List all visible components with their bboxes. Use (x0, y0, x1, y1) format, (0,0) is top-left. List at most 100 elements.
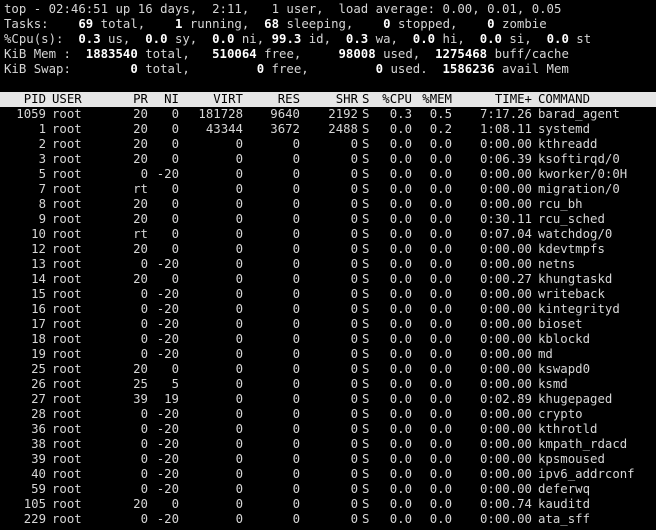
col-user[interactable]: USER (52, 92, 112, 107)
process-row[interactable]: 25 root 20 0 0 0 0 S 0.0 0.0 0:00.00 kswapd0 (0, 362, 656, 377)
process-command: rcu_bh (538, 197, 583, 211)
process-user: root (52, 242, 82, 256)
process-pid: 10 (31, 227, 46, 241)
process-nice: -20 (156, 347, 179, 361)
process-state: S (362, 212, 370, 226)
process-row[interactable]: 12 root 20 0 0 0 0 S 0.0 0.0 0:00.00 kdevtmpfs (0, 242, 656, 257)
process-virt: 0 (235, 212, 243, 226)
process-row[interactable]: 59 root 0 -20 0 0 0 S 0.0 0.0 0:00.00 deferwq (0, 482, 656, 497)
process-row[interactable]: 229 root 0 -20 0 0 0 S 0.0 0.0 0:00.00 ata_sff (0, 512, 656, 527)
process-nice: 5 (171, 377, 179, 391)
process-row[interactable]: 105 root 20 0 0 0 0 S 0.0 0.0 0:00.74 kauditd (0, 497, 656, 512)
process-row[interactable]: 13 root 0 -20 0 0 0 S 0.0 0.0 0:00.00 netns (0, 257, 656, 272)
process-user: root (52, 137, 82, 151)
process-res: 0 (292, 257, 300, 271)
cpu-st: 0.0 (546, 32, 569, 46)
process-res: 0 (292, 287, 300, 301)
process-shr: 0 (350, 302, 358, 316)
process-row[interactable]: 40 root 0 -20 0 0 0 S 0.0 0.0 0:00.00 ipv6_addrconf (0, 467, 656, 482)
process-row[interactable]: 10 root rt 0 0 0 0 S 0.0 0.0 0:07.04 watchdog/0 (0, 227, 656, 242)
col-pr[interactable]: PR (112, 92, 148, 107)
process-row[interactable]: 18 root 0 -20 0 0 0 S 0.0 0.0 0:00.00 kblockd (0, 332, 656, 347)
process-nice: -20 (156, 467, 179, 481)
process-row[interactable]: 2 root 20 0 0 0 0 S 0.0 0.0 0:00.00 kthreadd (0, 137, 656, 152)
process-row[interactable]: 1 root 20 0 43344 3672 2488 S 0.0 0.2 1:08.11 syste… (0, 122, 656, 137)
process-shr: 0 (350, 392, 358, 406)
process-command: migration/0 (538, 182, 620, 196)
process-virt: 0 (235, 287, 243, 301)
process-row[interactable]: 19 root 0 -20 0 0 0 S 0.0 0.0 0:00.00 md (0, 347, 656, 362)
process-row[interactable]: 36 root 0 -20 0 0 0 S 0.0 0.0 0:00.00 kthrotld (0, 422, 656, 437)
process-shr: 0 (350, 422, 358, 436)
col-pid[interactable]: PID (0, 92, 46, 107)
process-row[interactable]: 38 root 0 -20 0 0 0 S 0.0 0.0 0:00.00 kmpath_rdacd (0, 437, 656, 452)
col-time[interactable]: TIME+ (454, 92, 532, 107)
terminal-window[interactable]: top - 02:46:51 up 16 days, 2:11, 1 user,… (0, 0, 656, 530)
process-pid: 2 (38, 137, 46, 151)
col-res[interactable]: RES (244, 92, 300, 107)
process-time: 0:30.11 (479, 212, 532, 226)
process-command: khungtaskd (538, 272, 613, 286)
process-row[interactable]: 28 root 0 -20 0 0 0 S 0.0 0.0 0:00.00 crypto (0, 407, 656, 422)
col-mem[interactable]: %MEM (416, 92, 452, 107)
process-time: 0:06.39 (479, 152, 532, 166)
process-state: S (362, 377, 370, 391)
process-shr: 0 (350, 467, 358, 481)
process-virt: 0 (235, 182, 243, 196)
col-shr[interactable]: SHR (302, 92, 358, 107)
process-shr: 0 (350, 152, 358, 166)
process-user: root (52, 362, 82, 376)
process-pid: 36 (31, 422, 46, 436)
process-command: barad_agent (538, 107, 620, 121)
swap-total: 0 (130, 62, 138, 76)
process-row[interactable]: 15 root 0 -20 0 0 0 S 0.0 0.0 0:00.00 writeback (0, 287, 656, 302)
col-state[interactable]: S (362, 92, 374, 107)
process-pid: 7 (38, 182, 46, 196)
process-shr: 0 (350, 167, 358, 181)
col-virt[interactable]: VIRT (182, 92, 243, 107)
process-priority: 0 (140, 302, 148, 316)
cpu-sy: 0.0 (145, 32, 168, 46)
process-res: 0 (292, 227, 300, 241)
mem-free: 510064 (212, 47, 257, 61)
process-nice: 0 (171, 212, 179, 226)
process-row[interactable]: 5 root 0 -20 0 0 0 S 0.0 0.0 0:00.00 kworker/0:0H (0, 167, 656, 182)
col-command[interactable]: COMMAND (538, 92, 656, 107)
process-virt: 0 (235, 137, 243, 151)
process-state: S (362, 347, 370, 361)
process-row[interactable]: 17 root 0 -20 0 0 0 S 0.0 0.0 0:00.00 bioset (0, 317, 656, 332)
process-row[interactable]: 8 root 20 0 0 0 0 S 0.0 0.0 0:00.00 rcu_bh (0, 197, 656, 212)
process-row[interactable]: 9 root 20 0 0 0 0 S 0.0 0.0 0:30.11 rcu_sched (0, 212, 656, 227)
process-virt: 0 (235, 167, 243, 181)
mem-total: 1883540 (85, 47, 138, 61)
process-row[interactable]: 7 root rt 0 0 0 0 S 0.0 0.0 0:00.00 migration/0 (0, 182, 656, 197)
process-shr: 0 (350, 377, 358, 391)
process-row[interactable]: 1059 root 20 0 181728 9640 2192 S 0.3 0.5 7:17.26 b… (0, 107, 656, 122)
col-ni[interactable]: NI (150, 92, 179, 107)
process-row[interactable]: 3 root 20 0 0 0 0 S 0.0 0.0 0:06.39 ksoftirqd/0 (0, 152, 656, 167)
process-shr: 2192 (328, 107, 358, 121)
process-table-header: PID USER PR NI VIRT RES SHR S %CPU %MEM … (0, 92, 656, 107)
process-virt: 0 (235, 152, 243, 166)
process-shr: 0 (350, 497, 358, 511)
process-row[interactable]: 16 root 0 -20 0 0 0 S 0.0 0.0 0:00.00 kintegrityd (0, 302, 656, 317)
process-virt: 0 (235, 272, 243, 286)
process-row[interactable]: 14 root 20 0 0 0 0 S 0.0 0.0 0:00.27 khungtaskd (0, 272, 656, 287)
process-command: watchdog/0 (538, 227, 613, 241)
process-row[interactable]: 27 root 39 19 0 0 0 S 0.0 0.0 0:02.89 khugepaged (0, 392, 656, 407)
top-label: top - (4, 2, 49, 16)
process-shr: 0 (350, 272, 358, 286)
process-time: 0:00.00 (479, 347, 532, 361)
process-virt: 0 (235, 197, 243, 211)
process-res: 0 (292, 167, 300, 181)
process-nice: 0 (171, 182, 179, 196)
process-pid: 17 (31, 317, 46, 331)
process-user: root (52, 317, 82, 331)
process-user: root (52, 257, 82, 271)
process-command: rcu_sched (538, 212, 605, 226)
process-cpu: 0.0 (389, 287, 412, 301)
process-mem: 0.0 (429, 227, 452, 241)
col-cpu[interactable]: %CPU (376, 92, 412, 107)
process-row[interactable]: 26 root 25 5 0 0 0 S 0.0 0.0 0:00.00 ksmd (0, 377, 656, 392)
process-row[interactable]: 39 root 0 -20 0 0 0 S 0.0 0.0 0:00.00 kpsmoused (0, 452, 656, 467)
